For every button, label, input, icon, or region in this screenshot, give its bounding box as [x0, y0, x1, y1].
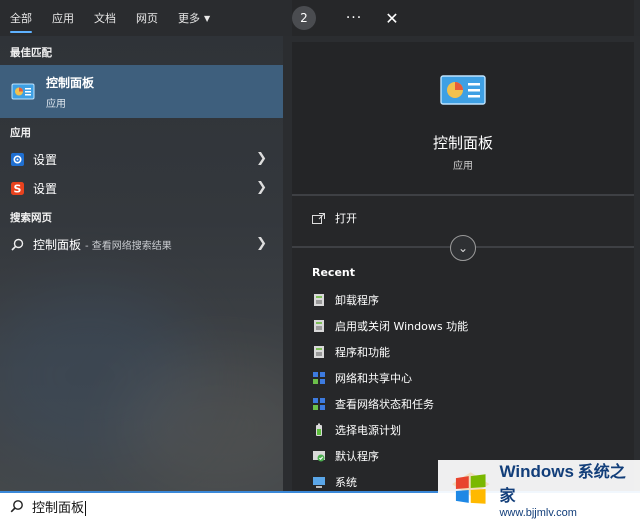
recent-label: 默认程序 [335, 450, 379, 463]
preview-title: 控制面板 [432, 134, 493, 152]
results-pane: 最佳匹配 控制面板 应用 应用 设置 ❯ S 设置 ❯ 搜索网页 控制面板 - … [0, 36, 283, 491]
app-result-sogou-settings[interactable]: S 设置 ❯ [0, 174, 283, 202]
recent-label: 系统 [335, 476, 357, 489]
recent-label: 网络和共享中心 [335, 372, 412, 385]
chevron-right-icon[interactable]: ❯ [256, 151, 267, 166]
tab-documents[interactable]: 文档 [84, 0, 126, 36]
network-icon [313, 372, 325, 384]
windows-logo-icon [451, 471, 490, 504]
default-programs-icon [313, 451, 325, 462]
best-match-result[interactable]: 控制面板 应用 [0, 65, 283, 118]
result-suffix: - 查看网络搜索结果 [85, 240, 172, 252]
tab-all[interactable]: 全部 [0, 0, 42, 36]
recent-label: 查看网络状态和任务 [335, 398, 434, 411]
result-label: 设置 [33, 181, 58, 196]
settings-gear-icon [10, 152, 24, 166]
chevron-right-icon[interactable]: ❯ [256, 236, 267, 251]
section-web: 搜索网页 [10, 212, 52, 224]
preview-type: 应用 [453, 161, 473, 172]
recent-heading: Recent [312, 266, 356, 279]
tab-label: 文档 [94, 12, 116, 25]
search-value: 控制面板 [32, 500, 85, 516]
top-tab-bar: 全部 应用 文档 网页 更多 ▼ 2 ··· ✕ [0, 0, 640, 36]
tab-label: 更多 [178, 12, 200, 25]
search-icon [10, 237, 24, 251]
section-best-match: 最佳匹配 [10, 47, 52, 59]
program-icon [314, 346, 324, 358]
network-icon [313, 398, 325, 410]
more-options-icon[interactable]: ··· [342, 10, 366, 26]
search-icon [10, 500, 23, 513]
system-icon [313, 477, 325, 488]
recent-item[interactable]: 网络和共享中心 [312, 367, 622, 389]
recent-label: 选择电源计划 [335, 424, 401, 437]
recent-item[interactable]: 选择电源计划 [312, 419, 622, 441]
watermark: Windows 系统之家 www.bjjmlv.com [438, 460, 640, 519]
app-result-settings[interactable]: 设置 ❯ [0, 145, 283, 173]
expand-chevron-icon[interactable]: ⌄ [450, 235, 476, 261]
search-input[interactable]: 控制面板 [32, 497, 87, 516]
web-search-result[interactable]: 控制面板 - 查看网络搜索结果 ❯ [0, 230, 283, 258]
chevron-right-icon[interactable]: ❯ [256, 180, 267, 195]
result-label: 设置 [33, 152, 58, 167]
divider [292, 194, 634, 196]
open-action[interactable]: 打开 [312, 210, 357, 226]
control-panel-icon [11, 83, 35, 99]
program-icon [314, 294, 324, 306]
control-panel-icon [440, 75, 486, 105]
best-match-title: 控制面板 [46, 75, 95, 90]
best-match-type: 应用 [46, 98, 66, 110]
tab-web[interactable]: 网页 [126, 0, 168, 36]
open-icon [312, 212, 325, 224]
recent-label: 卸载程序 [335, 294, 379, 307]
tab-label: 全部 [10, 12, 32, 25]
preview-header: 控制面板 应用 [292, 42, 634, 194]
section-apps: 应用 [10, 127, 31, 139]
watermark-url: www.bjjmlv.com [499, 507, 577, 519]
caret-down-icon: ▼ [204, 13, 211, 23]
open-label: 打开 [335, 212, 357, 225]
rewards-badge[interactable]: 2 [292, 6, 316, 30]
svg-text:S: S [13, 182, 21, 195]
preview-pane: 控制面板 应用 打开 ⌄ Recent 卸载程序 启用或关闭 Windows 功… [292, 42, 634, 491]
tab-label: 应用 [52, 12, 74, 25]
program-icon [314, 320, 324, 332]
recent-label: 启用或关闭 Windows 功能 [335, 320, 469, 333]
recent-label: 程序和功能 [335, 346, 390, 359]
recent-item[interactable]: 卸载程序 [312, 289, 622, 311]
recent-item[interactable]: 查看网络状态和任务 [312, 393, 622, 415]
tab-label: 网页 [136, 12, 158, 25]
watermark-brand: Windows [499, 462, 574, 481]
sogou-s-icon: S [10, 181, 24, 195]
recent-item[interactable]: 启用或关闭 Windows 功能 [312, 315, 622, 337]
tab-apps[interactable]: 应用 [42, 0, 84, 36]
result-label: 控制面板 [33, 237, 82, 252]
tab-more[interactable]: 更多 ▼ [168, 0, 220, 36]
power-icon [316, 423, 322, 436]
recent-item[interactable]: 程序和功能 [312, 341, 622, 363]
close-icon[interactable]: ✕ [380, 9, 404, 28]
text-cursor [85, 500, 87, 516]
